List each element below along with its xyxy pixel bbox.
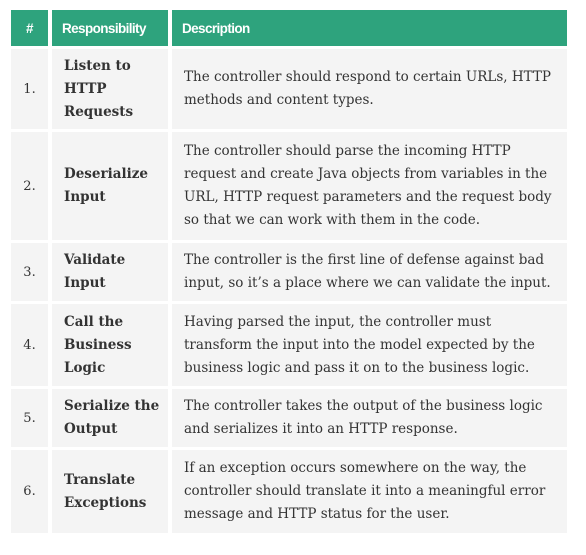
responsibilities-table-container: # Responsibility Description 1. Listen t… (0, 0, 586, 555)
row-description: If an exception occurs somewhere on the … (172, 450, 567, 533)
row-description: The controller should parse the incoming… (172, 132, 567, 240)
row-responsibility: Translate Exceptions (52, 450, 168, 533)
row-number: 5. (11, 389, 48, 447)
header-row: # Responsibility Description (11, 10, 567, 46)
header-responsibility: Responsibility (52, 10, 168, 46)
row-description: Having parsed the input, the controller … (172, 304, 567, 386)
row-number: 1. (11, 49, 48, 129)
row-number: 6. (11, 450, 48, 533)
header-number: # (11, 10, 48, 46)
row-responsibility: Deserialize Input (52, 132, 168, 240)
row-description: The controller is the first line of defe… (172, 243, 567, 301)
row-description: The controller should respond to certain… (172, 49, 567, 129)
table-row: 1. Listen to HTTP Requests The controlle… (11, 49, 567, 129)
row-number: 3. (11, 243, 48, 301)
table-row: 6. Translate Exceptions If an exception … (11, 450, 567, 533)
table-header: # Responsibility Description (11, 10, 567, 46)
header-description: Description (172, 10, 567, 46)
table-row: 5. Serialize the Output The controller t… (11, 389, 567, 447)
row-number: 2. (11, 132, 48, 240)
table-row: 3. Validate Input The controller is the … (11, 243, 567, 301)
row-responsibility: Validate Input (52, 243, 168, 301)
table-body: 1. Listen to HTTP Requests The controlle… (11, 49, 567, 533)
table-row: 2. Deserialize Input The controller shou… (11, 132, 567, 240)
row-responsibility: Listen to HTTP Requests (52, 49, 168, 129)
row-description: The controller takes the output of the b… (172, 389, 567, 447)
responsibilities-table: # Responsibility Description 1. Listen t… (7, 7, 571, 536)
row-responsibility: Call the Business Logic (52, 304, 168, 386)
row-responsibility: Serialize the Output (52, 389, 168, 447)
row-number: 4. (11, 304, 48, 386)
table-row: 4. Call the Business Logic Having parsed… (11, 304, 567, 386)
